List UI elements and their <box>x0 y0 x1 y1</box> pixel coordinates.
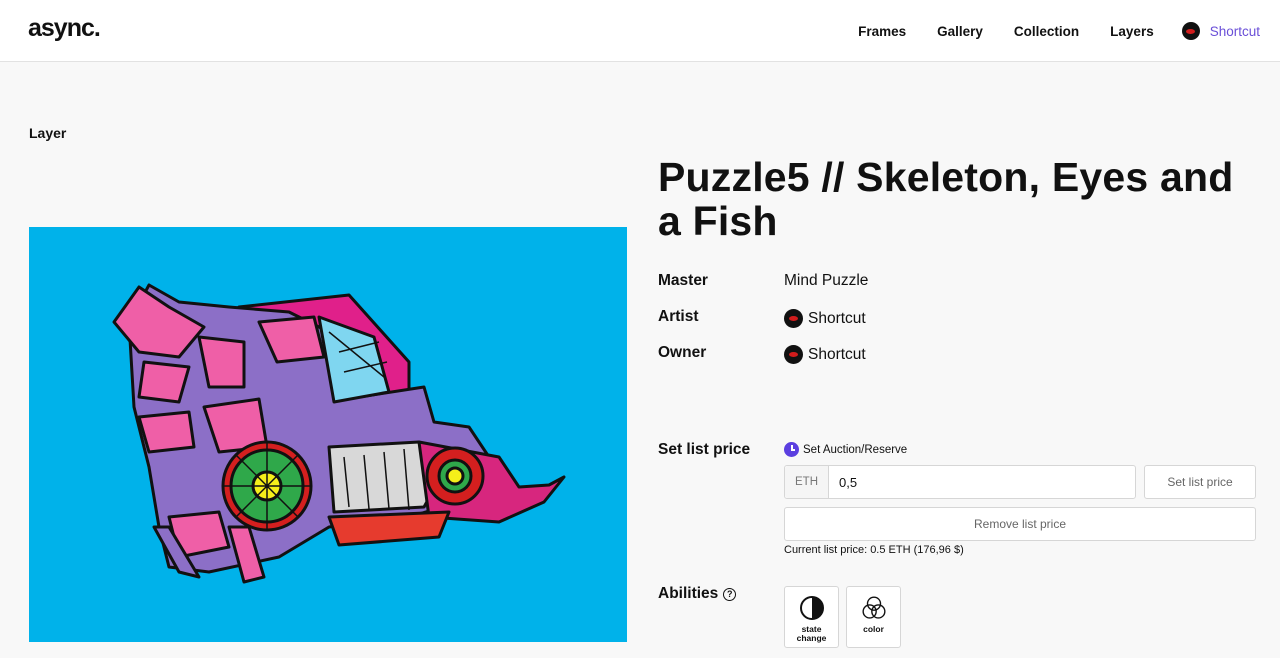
abilities-label-text: Abilities <box>658 585 719 602</box>
color-circles-icon <box>861 596 886 619</box>
owner-avatar-icon <box>784 345 803 364</box>
ability-color[interactable]: color <box>846 586 901 648</box>
user-profile-link[interactable]: Shortcut <box>1181 22 1260 40</box>
master-name: Mind Puzzle <box>784 272 869 289</box>
main-nav: Frames Gallery Collection Layers Shortcu… <box>827 0 1260 62</box>
nav-layers[interactable]: Layers <box>1110 24 1154 39</box>
currency-label: ETH <box>785 466 829 498</box>
master-label: Master <box>658 272 708 289</box>
nav-frames[interactable]: Frames <box>858 24 906 39</box>
ability-state-change[interactable]: state change <box>784 586 839 648</box>
ability-label: state change <box>796 624 827 643</box>
user-avatar-icon <box>1181 22 1200 40</box>
set-list-price-button[interactable]: Set list price <box>1144 465 1256 499</box>
auction-link-label: Set Auction/Reserve <box>803 443 908 456</box>
clock-icon <box>784 442 799 457</box>
artwork-illustration <box>29 227 627 642</box>
user-name: Shortcut <box>1209 23 1260 39</box>
ability-label: color <box>863 624 884 634</box>
section-label: Layer <box>29 125 67 141</box>
artwork-image <box>29 227 627 642</box>
help-icon[interactable]: ? <box>723 587 737 601</box>
nav-collection[interactable]: Collection <box>1014 24 1079 39</box>
page-title: Puzzle5 // Skeleton, Eyes and a Fish <box>658 154 1234 244</box>
price-field: ETH <box>784 465 1136 499</box>
master-value[interactable]: Mind Puzzle <box>784 272 868 290</box>
set-list-price-label: Set list price <box>658 441 751 458</box>
remove-list-price-button[interactable]: Remove list price <box>784 507 1256 541</box>
artist-avatar-icon <box>784 309 803 328</box>
owner-name: Shortcut <box>808 345 866 363</box>
half-circle-icon <box>799 596 824 620</box>
artist-label: Artist <box>658 308 699 325</box>
top-navbar: async. Frames Gallery Collection Layers … <box>0 0 1280 62</box>
current-list-price: Current list price: 0.5 ETH (176,96 $) <box>784 544 964 556</box>
async-logo[interactable]: async. <box>28 14 101 43</box>
artist-name: Shortcut <box>808 309 866 327</box>
nav-gallery[interactable]: Gallery <box>937 24 983 39</box>
owner-link[interactable]: Shortcut <box>784 345 866 364</box>
set-auction-reserve-link[interactable]: Set Auction/Reserve <box>784 442 907 457</box>
artist-link[interactable]: Shortcut <box>784 309 866 328</box>
abilities-label: Abilities ? <box>658 585 737 603</box>
price-input[interactable] <box>829 466 1135 498</box>
owner-label: Owner <box>658 344 707 361</box>
